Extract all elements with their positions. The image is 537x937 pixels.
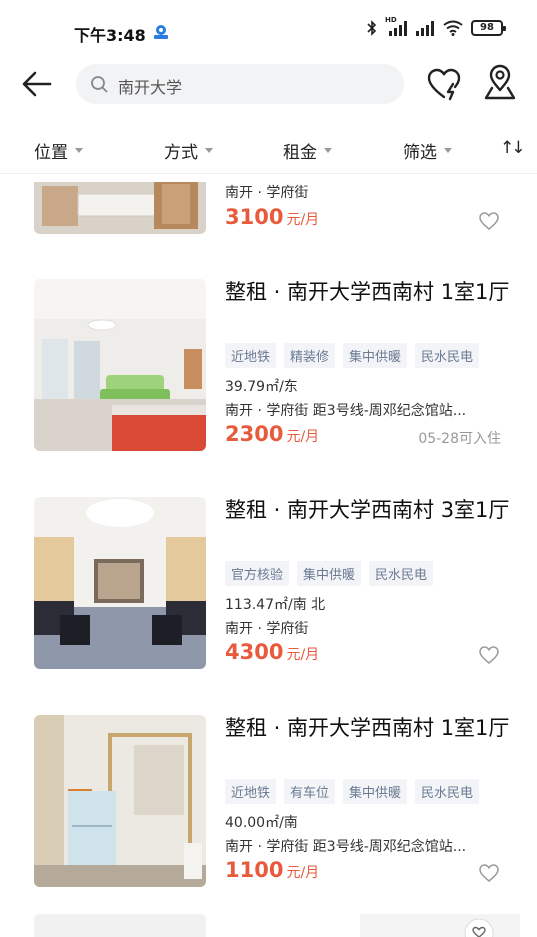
price-value: 3100	[225, 205, 284, 229]
listing-availability: 05-28可入住	[418, 431, 501, 447]
search-header: 南开大学	[0, 62, 537, 106]
price-unit: 元/月	[286, 212, 320, 228]
listing-title: 整租 · 南开大学西南村 1室1厅	[225, 280, 510, 304]
filter-rent-type[interactable]: 方式	[164, 138, 213, 163]
listing-placeholder	[360, 914, 520, 937]
tag: 官方核验	[225, 561, 290, 586]
listing-photo	[34, 914, 206, 937]
listing-tags: 官方核验 集中供暖 民水民电	[225, 561, 434, 586]
listing-card[interactable]: 整租 · 南开大学西南村 1室1厅 近地铁 有车位 集中供暖 民水民电 40.0…	[0, 715, 537, 887]
tag: 集中供暖	[297, 561, 362, 586]
listing-card-partial[interactable]	[0, 914, 537, 937]
listing-price: 4300 元/月	[225, 640, 319, 664]
heart-outline-icon[interactable]	[479, 646, 499, 664]
price-unit: 元/月	[286, 429, 320, 445]
listing-card[interactable]: 整租 · 南开大学西南村 1室1厅 近地铁 精装修 集中供暖 民水民电 39.7…	[0, 279, 537, 451]
search-input[interactable]: 南开大学	[76, 64, 404, 104]
sort-icon[interactable]: ↑↓	[500, 138, 525, 158]
heart-outline-icon[interactable]	[464, 918, 494, 937]
tag: 民水民电	[415, 343, 480, 368]
filter-rent-price[interactable]: 租金	[283, 138, 332, 163]
listing-photo	[34, 497, 206, 669]
app-notification-icon	[154, 25, 168, 39]
price-value: 2300	[225, 422, 284, 446]
tag: 民水民电	[415, 779, 480, 804]
heart-outline-icon[interactable]	[479, 212, 499, 230]
price-value: 4300	[225, 640, 284, 664]
tag: 精装修	[284, 343, 336, 368]
chevron-down-icon	[444, 148, 452, 153]
tag: 近地铁	[225, 779, 277, 804]
bluetooth-icon	[367, 20, 377, 36]
listing-title: 整租 · 南开大学西南村 3室1厅	[225, 498, 510, 522]
status-bar: 下午3:48 HD 98	[0, 0, 537, 62]
price-value: 1100	[225, 858, 284, 882]
search-icon	[91, 76, 108, 93]
filter-label: 位置	[34, 143, 68, 163]
listing-card[interactable]: 南开 · 学府街 3100 元/月	[0, 182, 537, 234]
filter-label: 租金	[283, 143, 317, 163]
price-unit: 元/月	[286, 647, 320, 663]
price-unit: 元/月	[286, 865, 320, 881]
listing-photo	[34, 715, 206, 887]
battery-indicator: 98	[471, 20, 506, 36]
listing-area: 39.79㎡/东	[225, 379, 298, 395]
chevron-down-icon	[324, 148, 332, 153]
search-query: 南开大学	[118, 78, 183, 97]
tag: 集中供暖	[343, 779, 408, 804]
filter-label: 筛选	[403, 143, 437, 163]
listing-price: 1100 元/月	[225, 858, 319, 882]
listing-photo	[34, 182, 206, 234]
tag: 有车位	[284, 779, 336, 804]
listing-location: 南开 · 学府街 距3号线-周邓纪念馆站...	[225, 403, 467, 419]
status-icons: HD 98	[367, 16, 506, 36]
favorite-heart-lightning-icon[interactable]	[426, 66, 462, 102]
listing-title: 整租 · 南开大学西南村 1室1厅	[225, 716, 510, 740]
listing-location: 南开 · 学府街	[225, 185, 309, 201]
listing-list: 南开 · 学府街 3100 元/月 整租 · 南开大学西南村 1室1厅 近地铁 …	[0, 182, 537, 937]
listing-tags: 近地铁 精装修 集中供暖 民水民电	[225, 343, 480, 368]
tag: 民水民电	[369, 561, 434, 586]
chevron-down-icon	[75, 148, 83, 153]
tag: 近地铁	[225, 343, 277, 368]
map-pin-icon[interactable]	[482, 64, 518, 102]
listing-location: 南开 · 学府街 距3号线-周邓纪念馆站...	[225, 839, 467, 855]
filter-location[interactable]: 位置	[34, 138, 83, 163]
filter-more[interactable]: 筛选	[403, 138, 452, 163]
listing-tags: 近地铁 有车位 集中供暖 民水民电	[225, 779, 480, 804]
filter-bar: 位置 方式 租金 筛选 ↑↓	[0, 124, 537, 174]
listing-price: 3100 元/月	[225, 205, 319, 229]
chevron-down-icon	[205, 148, 213, 153]
listing-card[interactable]: 整租 · 南开大学西南村 3室1厅 官方核验 集中供暖 民水民电 113.47㎡…	[0, 497, 537, 669]
status-time: 下午3:48	[74, 26, 146, 45]
signal-hd-icon: HD	[385, 16, 407, 36]
tag: 集中供暖	[343, 343, 408, 368]
listing-price: 2300 元/月	[225, 422, 319, 446]
listing-area: 40.00㎡/南	[225, 815, 298, 831]
signal-icon	[416, 21, 434, 36]
listing-location: 南开 · 学府街	[225, 621, 309, 637]
listing-photo	[34, 279, 206, 451]
listing-area: 113.47㎡/南 北	[225, 597, 326, 613]
heart-outline-icon[interactable]	[479, 864, 499, 882]
back-arrow-icon[interactable]	[20, 69, 54, 99]
filter-label: 方式	[164, 143, 198, 163]
wifi-icon	[443, 20, 463, 36]
